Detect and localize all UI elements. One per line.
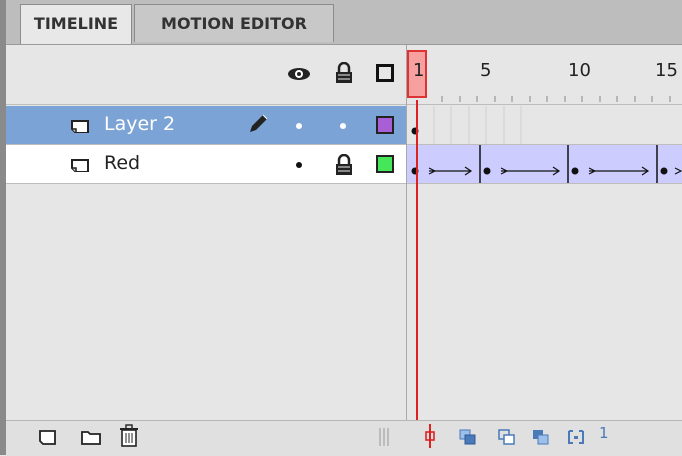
resize-grip-icon[interactable] bbox=[378, 426, 390, 448]
delete-icon[interactable] bbox=[119, 424, 139, 448]
onion-outline-icon[interactable] bbox=[497, 428, 517, 446]
modify-markers-icon[interactable] bbox=[566, 428, 586, 446]
layers-frames-divider[interactable] bbox=[406, 45, 407, 455]
visibility-dot[interactable] bbox=[296, 162, 302, 168]
ruler-label-1: 1 bbox=[413, 60, 425, 81]
center-frame-icon[interactable] bbox=[424, 424, 436, 448]
onion-skin-icon[interactable] bbox=[458, 428, 478, 446]
panel-left-edge bbox=[0, 0, 6, 455]
layer-icon bbox=[71, 120, 89, 133]
eye-icon[interactable] bbox=[286, 66, 312, 82]
layer-color-swatch[interactable] bbox=[376, 116, 394, 134]
ruler-label-15: 15 bbox=[655, 60, 678, 81]
outline-square-icon[interactable] bbox=[376, 64, 394, 82]
layer-name[interactable]: Layer 2 bbox=[104, 113, 175, 135]
current-frame-indicator[interactable]: 1 bbox=[599, 424, 609, 442]
ruler-label-10: 10 bbox=[568, 60, 591, 81]
visibility-dot[interactable] bbox=[296, 123, 302, 129]
layer-row-layer-2-label-area[interactable] bbox=[6, 106, 406, 144]
lock-icon[interactable] bbox=[335, 154, 353, 176]
pencil-icon bbox=[250, 114, 268, 132]
header-separator bbox=[6, 104, 682, 105]
tween-span-red[interactable] bbox=[407, 145, 682, 183]
tab-timeline[interactable]: TIMELINE bbox=[20, 4, 132, 45]
frame-ruler-ticks bbox=[441, 96, 671, 102]
tab-motion-editor[interactable]: MOTION EDITOR bbox=[134, 4, 334, 42]
layer-color-swatch[interactable] bbox=[376, 155, 394, 173]
new-folder-icon[interactable] bbox=[80, 428, 102, 446]
playhead-line bbox=[416, 100, 418, 455]
frames-layer-2[interactable] bbox=[407, 106, 682, 144]
row-separator bbox=[6, 183, 682, 184]
edit-multiple-frames-icon[interactable] bbox=[531, 428, 551, 446]
ruler-label-5: 5 bbox=[480, 60, 492, 81]
new-layer-icon[interactable] bbox=[38, 428, 58, 446]
lock-dot[interactable] bbox=[340, 123, 346, 129]
layer-icon bbox=[71, 159, 89, 172]
lock-icon[interactable] bbox=[335, 62, 353, 84]
layer-name[interactable]: Red bbox=[104, 152, 140, 174]
